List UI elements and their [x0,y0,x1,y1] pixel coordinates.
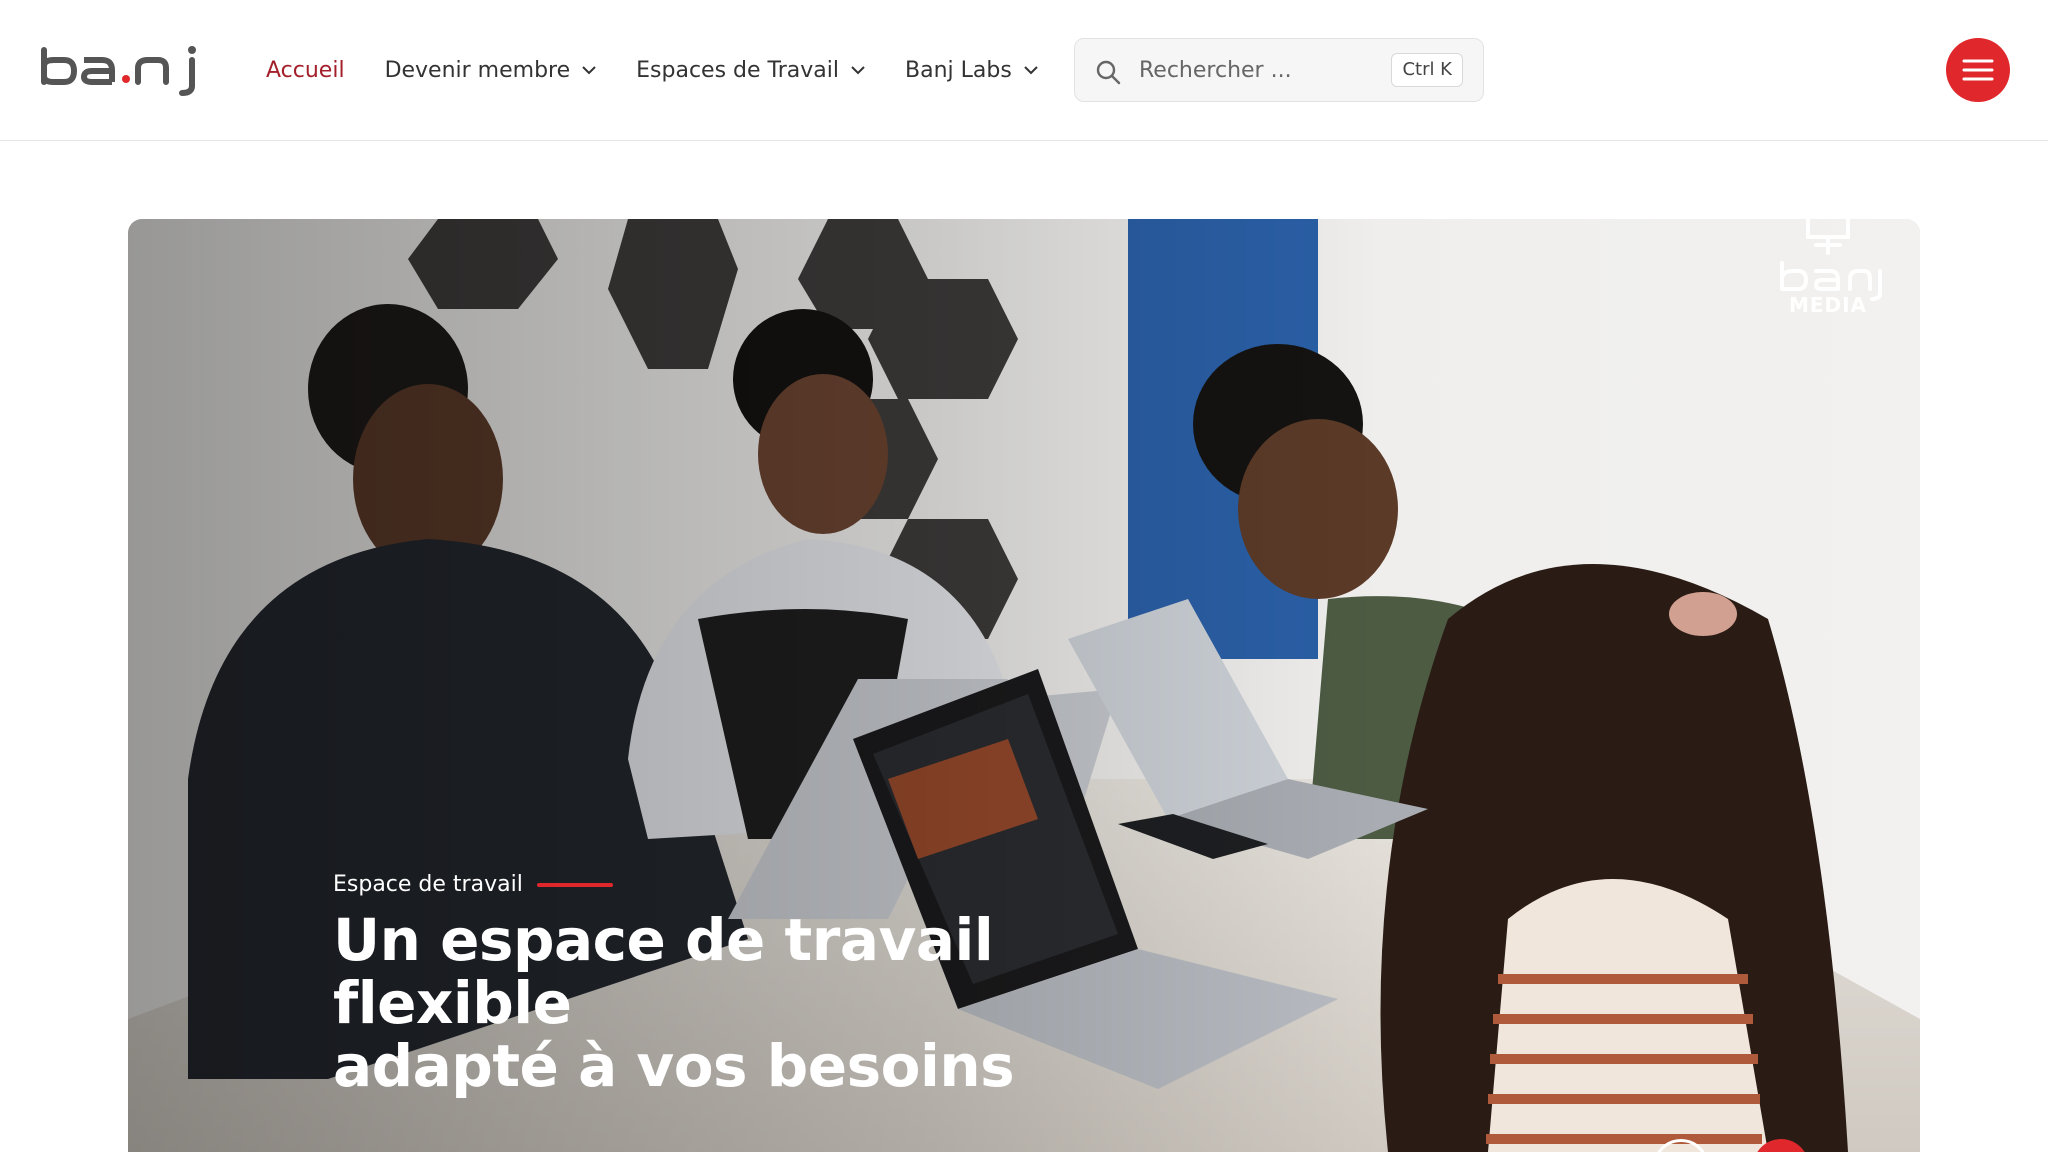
search-box[interactable]: Ctrl K [1074,38,1484,102]
watermark-caption: MEDIA [1788,293,1868,317]
hero-category-underline [536,882,613,887]
hero-title: Un espace de travail flexible adapté à v… [333,909,1233,1098]
hero-title-line-1: Un espace de travail flexible [333,906,994,1037]
banj-logo[interactable] [40,46,204,96]
main-nav: Accueil Devenir membre Espaces de Travai… [266,52,1078,88]
hero-category-tag: Espace de travail [333,872,613,897]
hero-banner[interactable]: MEDIA Espace de travail Un espace de tra… [128,219,1920,1152]
nav-item-devenir-membre[interactable]: Devenir membre [385,58,597,83]
nav-item-label: Espaces de Travail [636,57,840,83]
search-input[interactable] [1139,53,1389,87]
nav-item-label: Devenir membre [384,57,571,83]
nav-item-banj-labs[interactable]: Banj Labs [905,58,1038,83]
nav-item-espaces-de-travail[interactable]: Espaces de Travail [636,58,865,83]
menu-button[interactable] [1946,38,2010,102]
nav-item-label: Accueil [266,57,345,83]
nav-item-accueil[interactable]: Accueil [266,58,345,83]
hamburger-menu-icon [1962,59,1994,81]
chevron-down-icon [1024,65,1038,74]
search-icon [1096,60,1121,85]
hero-title-line-2: adapté à vos besoins [333,1032,1015,1100]
nav-item-label: Banj Labs [905,57,1012,83]
chevron-down-icon [582,65,596,74]
hero-category-label: Espace de travail [333,872,523,897]
chevron-down-icon [851,65,865,74]
search-shortcut-badge: Ctrl K [1391,53,1463,87]
site-header: Accueil Devenir membre Espaces de Travai… [0,0,2048,141]
